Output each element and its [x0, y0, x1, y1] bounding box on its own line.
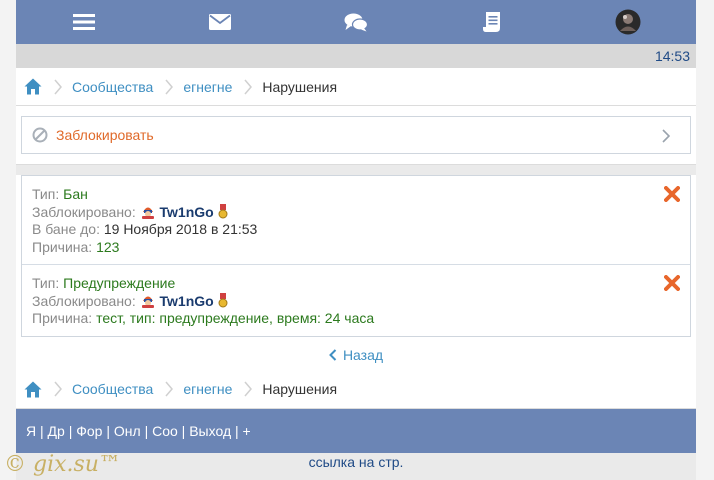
home-icon[interactable] — [24, 381, 42, 398]
block-panel: Заблокировать — [16, 106, 696, 165]
type-label: Тип: — [32, 275, 60, 291]
list-item: Тип: Предупреждение Заблокировано: Tw1nG… — [22, 264, 690, 336]
chevron-right-icon — [54, 381, 62, 397]
until-label: В бане до: — [32, 221, 100, 237]
delete-button[interactable] — [664, 186, 680, 207]
violations-list: Тип: Бан Заблокировано: Tw1nGo В бане до… — [16, 175, 696, 337]
footer-link-me[interactable]: Я — [26, 423, 36, 439]
chevron-left-icon — [329, 348, 337, 361]
page-frame: 14:53 Сообщества егнегне Нарушения Забло… — [16, 0, 696, 480]
blocked-by-label: Заблокировано: — [32, 203, 136, 220]
breadcrumb-communities[interactable]: Сообщества — [72, 79, 153, 95]
user-link[interactable]: Tw1nGo — [160, 293, 214, 309]
medal-icon — [218, 203, 228, 218]
mail-icon — [209, 14, 231, 30]
close-icon — [664, 275, 680, 291]
chevron-right-icon — [244, 79, 253, 95]
menu-icon — [73, 14, 95, 30]
document-icon — [483, 12, 500, 32]
breadcrumb-current: Нарушения — [262, 381, 338, 397]
footer-link-forum[interactable]: Фор — [76, 423, 102, 439]
chevron-right-icon — [165, 381, 174, 397]
profile-button[interactable] — [560, 0, 696, 44]
back-link[interactable]: Назад — [329, 347, 383, 363]
breadcrumb-community[interactable]: егнегне — [183, 79, 232, 95]
document-button[interactable] — [424, 0, 560, 44]
back-label: Назад — [342, 346, 384, 363]
ban-icon — [32, 127, 48, 143]
footer-link-more[interactable]: + — [243, 423, 251, 439]
breadcrumb-bottom: Сообщества егнегне Нарушения — [16, 370, 696, 409]
back-row: Назад — [16, 336, 696, 371]
home-icon[interactable] — [24, 78, 42, 95]
blocked-by-label: Заблокировано: — [32, 292, 136, 309]
type-value: Предупреждение — [63, 275, 176, 291]
user-icon — [141, 207, 154, 219]
reason-label: Причина: — [32, 238, 93, 255]
breadcrumb-current: Нарушения — [262, 78, 338, 95]
type-label: Тип: — [32, 186, 60, 202]
breadcrumb-communities[interactable]: Сообщества — [72, 381, 153, 397]
watermark: © gix.su™ — [4, 452, 121, 477]
reason-label: Причина: — [32, 310, 93, 326]
chat-icon — [344, 13, 368, 32]
footer-link-logout[interactable]: Выход — [189, 423, 231, 439]
reason-value: 123 — [96, 238, 120, 255]
clock-time: 14:53 — [654, 48, 690, 64]
chevron-right-icon — [662, 129, 671, 146]
clock-bar: 14:53 — [16, 44, 696, 68]
menu-button[interactable] — [16, 0, 152, 44]
block-button[interactable]: Заблокировать — [21, 116, 691, 154]
block-button-label: Заблокировать — [56, 127, 154, 143]
footer-link-friends[interactable]: Др — [48, 423, 65, 439]
chat-button[interactable] — [288, 0, 424, 44]
top-navigation — [16, 0, 696, 44]
breadcrumb: Сообщества егнегне Нарушения — [16, 68, 696, 106]
chevron-right-icon — [165, 79, 174, 95]
medal-icon — [218, 292, 228, 307]
footer-menu: Я | Др | Фор | Онл | Соо | Выход | + — [16, 408, 696, 453]
list-item: Тип: Бан Заблокировано: Tw1nGo В бане до… — [22, 176, 690, 264]
reason-value: тест, тип: предупреждение, время: 24 час… — [96, 310, 375, 326]
mail-button[interactable] — [152, 0, 288, 44]
footer-link-communities[interactable]: Соо — [152, 423, 178, 439]
avatar — [615, 9, 641, 35]
spacer — [16, 165, 696, 175]
chevron-right-icon — [54, 79, 62, 95]
user-icon — [141, 296, 154, 308]
close-icon — [664, 186, 680, 202]
delete-button[interactable] — [664, 275, 680, 296]
chevron-right-icon — [244, 381, 253, 397]
breadcrumb-community[interactable]: егнегне — [183, 381, 232, 397]
user-link[interactable]: Tw1nGo — [160, 204, 214, 220]
type-value: Бан — [63, 186, 88, 202]
violations-box: Тип: Бан Заблокировано: Tw1nGo В бане до… — [21, 175, 691, 337]
until-value: 19 Ноября 2018 в 21:53 — [103, 221, 258, 237]
footer-link-online[interactable]: Онл — [114, 423, 141, 439]
